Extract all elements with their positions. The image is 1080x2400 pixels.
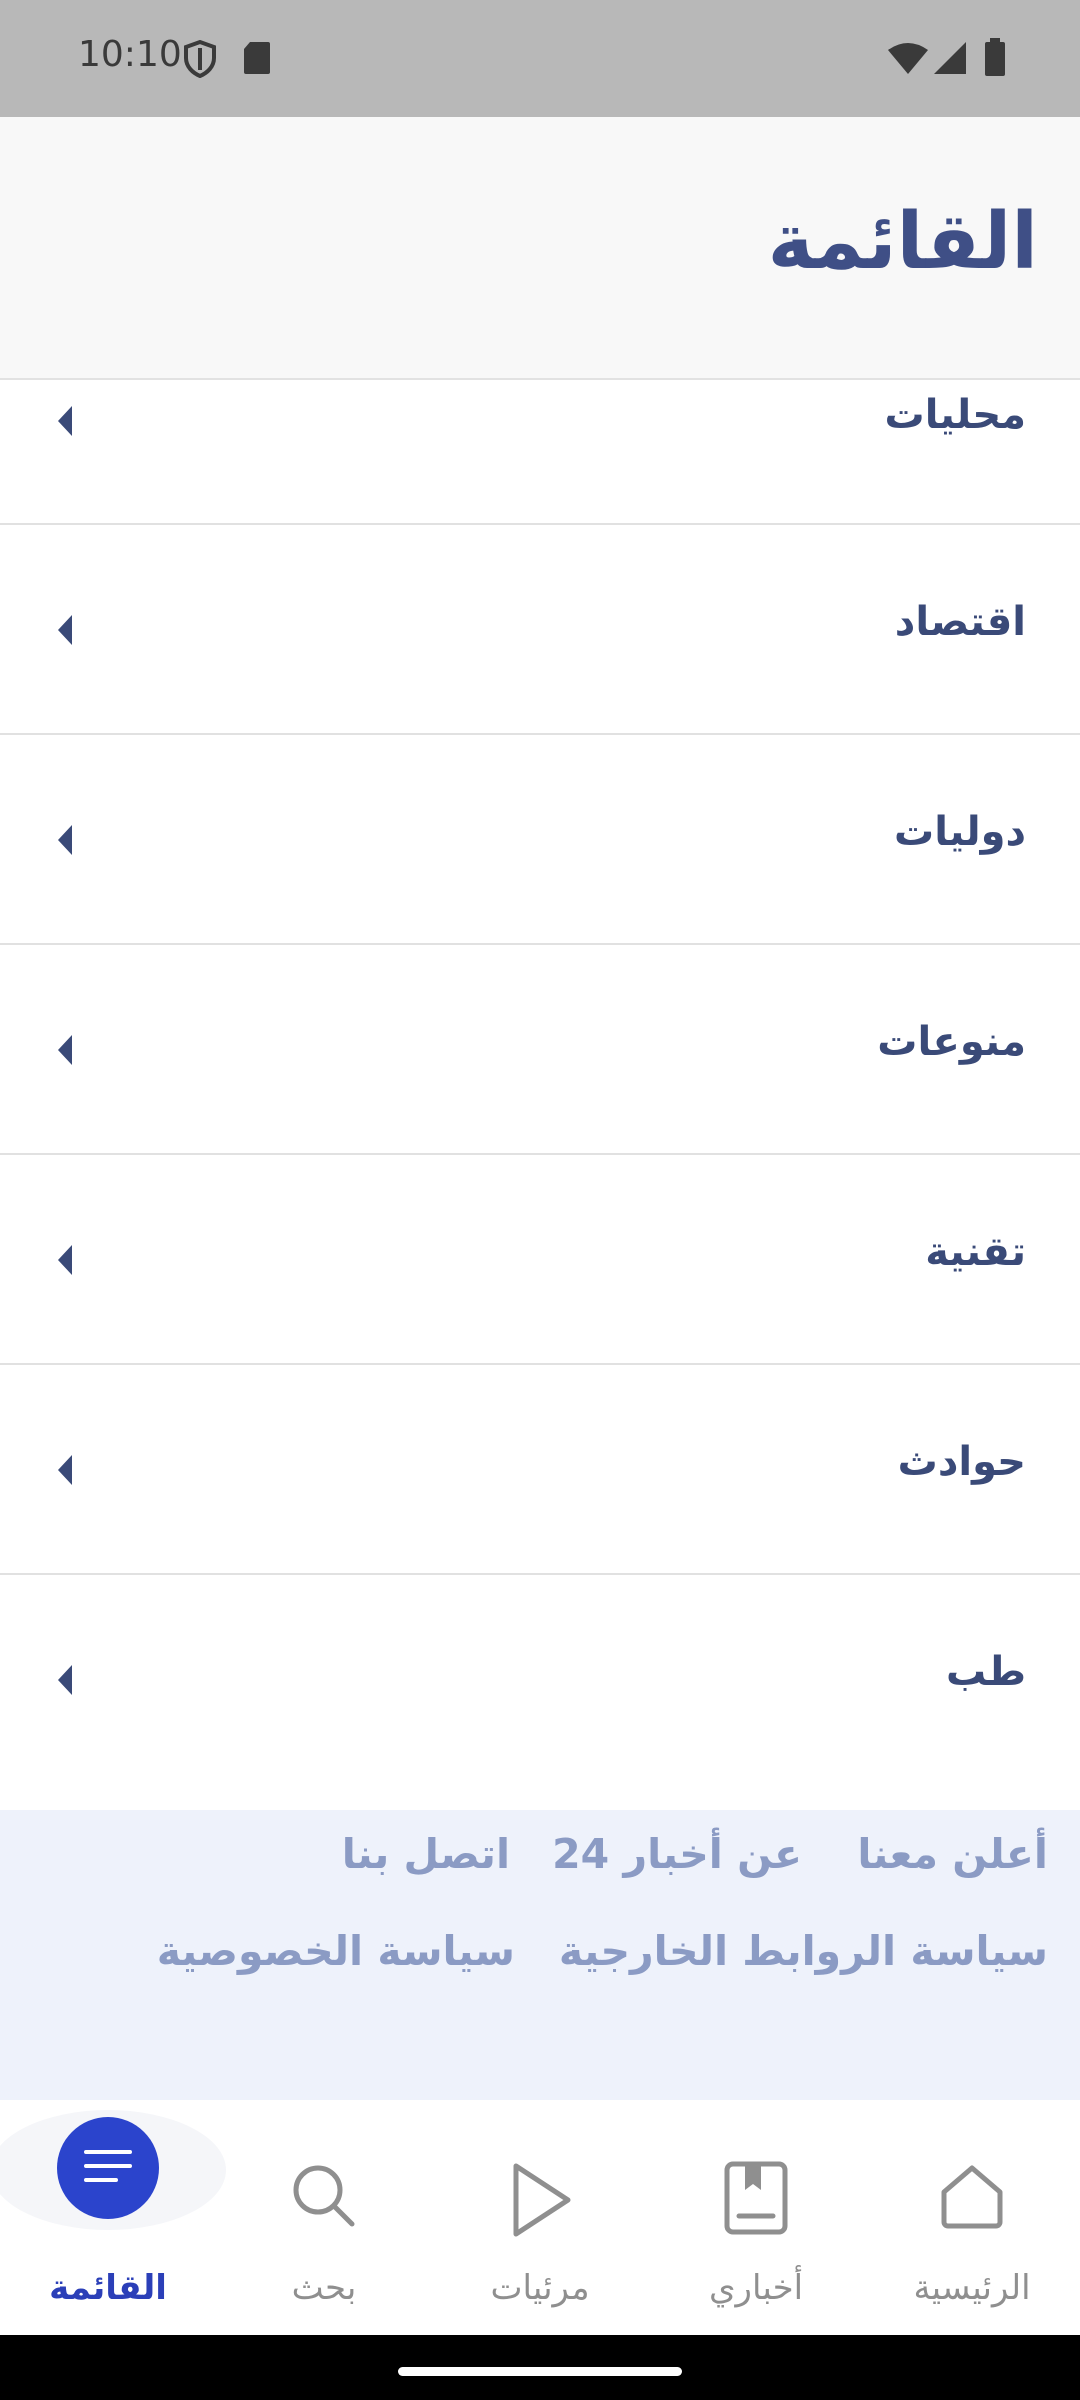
caret-left-icon xyxy=(58,615,72,645)
gesture-handle[interactable] xyxy=(398,2367,682,2376)
menu-lines-icon xyxy=(82,2146,134,2190)
menu-item-economy[interactable]: اقتصاد xyxy=(0,525,1080,735)
menu-item-label: طب xyxy=(945,1649,1026,1695)
menu-fab[interactable] xyxy=(57,2117,159,2219)
contact-link[interactable]: اتصل بنا xyxy=(342,1830,510,1878)
menu-item-label: محليات xyxy=(884,392,1026,438)
menu-item-label: دوليات xyxy=(894,809,1026,855)
advertise-link[interactable]: أعلن معنا xyxy=(857,1830,1048,1878)
status-time: 10:10 xyxy=(78,34,182,75)
sd-card-icon xyxy=(242,40,272,80)
menu-item-medicine[interactable]: طب xyxy=(0,1575,1080,1810)
nav-home-label: الرئيسية xyxy=(913,2268,1031,2308)
menu-item-label: منوعات xyxy=(877,1019,1026,1065)
signal-icon xyxy=(934,42,966,78)
header: القائمة xyxy=(0,117,1080,380)
about-link[interactable]: عن أخبار 24 xyxy=(552,1830,802,1878)
menu-item-label: اقتصاد xyxy=(894,599,1026,645)
home-icon xyxy=(936,2160,1008,2236)
menu-item-label: حوادث xyxy=(897,1439,1026,1485)
caret-left-icon xyxy=(58,825,72,855)
menu-item-variety[interactable]: منوعات xyxy=(0,945,1080,1155)
bookmark-book-icon xyxy=(721,2160,791,2240)
external-links-policy-link[interactable]: سياسة الروابط الخارجية xyxy=(559,1927,1048,1975)
nav-menu[interactable]: القائمة xyxy=(0,2100,226,2335)
nav-search-label: بحث xyxy=(291,2268,357,2308)
page-title: القائمة xyxy=(767,197,1038,287)
play-icon xyxy=(504,2160,576,2244)
nav-search[interactable]: بحث xyxy=(216,2100,432,2335)
caret-left-icon xyxy=(58,1455,72,1485)
wifi-icon xyxy=(888,42,928,78)
shield-icon xyxy=(183,39,217,82)
status-bar: 10:10 xyxy=(0,0,1080,117)
menu-item-local[interactable]: محليات xyxy=(0,380,1080,525)
nav-my-news[interactable]: أخباري xyxy=(648,2100,864,2335)
menu-item-incidents[interactable]: حوادث xyxy=(0,1365,1080,1575)
system-gesture-area xyxy=(0,2335,1080,2400)
nav-menu-label: القائمة xyxy=(49,2268,167,2308)
nav-home[interactable]: الرئيسية xyxy=(864,2100,1080,2335)
bottom-nav: القائمة بحث مرئيات أخباري الرئيسية xyxy=(0,2100,1080,2335)
privacy-policy-link[interactable]: سياسة الخصوصية xyxy=(157,1927,515,1975)
caret-left-icon xyxy=(58,1035,72,1065)
menu-item-international[interactable]: دوليات xyxy=(0,735,1080,945)
caret-left-icon xyxy=(58,1245,72,1275)
battery-icon xyxy=(984,38,1006,80)
footer-links: أعلن معنا عن أخبار 24 اتصل بنا سياسة الر… xyxy=(0,1810,1080,2100)
caret-left-icon xyxy=(58,1665,72,1695)
menu-item-label: تقنية xyxy=(925,1229,1026,1275)
menu-item-technology[interactable]: تقنية xyxy=(0,1155,1080,1365)
search-icon xyxy=(288,2160,360,2236)
nav-videos-label: مرئيات xyxy=(490,2268,590,2308)
nav-my-news-label: أخباري xyxy=(708,2268,804,2308)
caret-left-icon xyxy=(58,406,72,436)
nav-videos[interactable]: مرئيات xyxy=(432,2100,648,2335)
